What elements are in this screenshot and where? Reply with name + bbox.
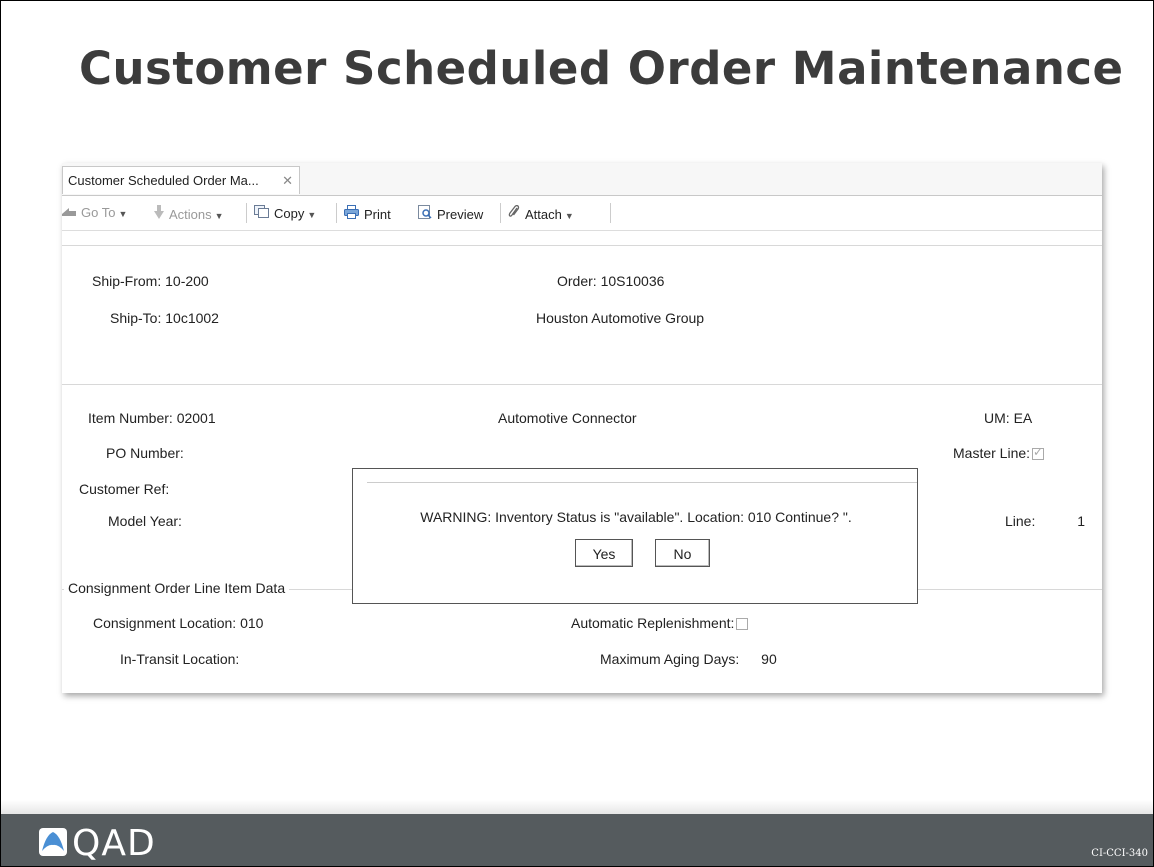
order-value: 10S10036 bbox=[600, 273, 665, 289]
close-icon[interactable]: ✕ bbox=[282, 167, 293, 195]
item-number-label: Item Number: bbox=[88, 410, 173, 426]
ship-to-field: Ship-To: 10c1002 bbox=[110, 310, 219, 326]
toolbar-separator bbox=[500, 203, 501, 223]
goto-arrow-icon bbox=[62, 205, 76, 220]
order-field: Order: 10S10036 bbox=[557, 273, 664, 289]
section-divider bbox=[62, 384, 1102, 385]
um-label: UM: bbox=[984, 410, 1010, 426]
line-value: 1 bbox=[1077, 513, 1086, 529]
dialog-message: WARNING: Inventory Status is "available"… bbox=[420, 509, 852, 525]
chevron-down-icon: ▼ bbox=[214, 211, 224, 221]
master-line-field: Master Line: bbox=[953, 445, 1045, 461]
in-transit-location-label: In-Transit Location: bbox=[120, 651, 240, 667]
ship-to-label: Ship-To: bbox=[110, 310, 162, 326]
app-window: Customer Scheduled Order Ma... ✕ Go To ▼ … bbox=[62, 163, 1102, 693]
consignment-location-value: 010 bbox=[240, 615, 264, 631]
goto-button[interactable]: Go To ▼ bbox=[62, 205, 127, 220]
um-field: UM: EA bbox=[984, 410, 1032, 426]
ship-from-label: Ship-From: bbox=[92, 273, 162, 289]
footer-bar bbox=[1, 814, 1153, 866]
consignment-location-label: Consignment Location: bbox=[93, 615, 237, 631]
paperclip-icon bbox=[508, 204, 520, 222]
section-divider bbox=[62, 245, 1102, 246]
chevron-down-icon: ▼ bbox=[118, 209, 128, 219]
attach-button[interactable]: Attach ▼ bbox=[508, 204, 574, 222]
ship-from-field: Ship-From: 10-200 bbox=[92, 273, 209, 289]
printer-icon bbox=[344, 205, 359, 222]
um-value: EA bbox=[1013, 410, 1033, 426]
auto-replenish-label: Automatic Replenishment: bbox=[571, 615, 735, 631]
slide-code: CI-CCI-340 bbox=[1091, 848, 1148, 859]
customer-ref-label: Customer Ref: bbox=[79, 481, 170, 497]
footer-gradient bbox=[1, 800, 1153, 814]
item-description: Automotive Connector bbox=[498, 410, 637, 426]
copy-button[interactable]: Copy ▼ bbox=[254, 205, 316, 221]
tab-strip: Customer Scheduled Order Ma... ✕ bbox=[62, 163, 1102, 196]
auto-replenish-checkbox[interactable] bbox=[736, 618, 749, 631]
ship-from-value: 10-200 bbox=[165, 273, 209, 289]
toolbar: Go To ▼ Actions ▼ Copy ▼ Print Preview A… bbox=[62, 196, 1102, 231]
copy-icon bbox=[254, 205, 269, 221]
qad-logo-icon bbox=[39, 828, 67, 856]
master-line-label: Master Line: bbox=[953, 445, 1031, 461]
preview-button[interactable]: Preview bbox=[418, 205, 483, 222]
chevron-down-icon: ▼ bbox=[564, 211, 574, 221]
toolbar-separator bbox=[610, 203, 611, 223]
actions-button[interactable]: Actions ▼ bbox=[154, 205, 224, 222]
slide-title: Customer Scheduled Order Maintenance bbox=[79, 42, 1124, 95]
dialog-divider bbox=[367, 482, 917, 483]
print-button[interactable]: Print bbox=[344, 205, 391, 222]
consignment-location-field: Consignment Location: 010 bbox=[93, 615, 263, 631]
tab-label: Customer Scheduled Order Ma... bbox=[68, 173, 259, 188]
goto-label: Go To bbox=[81, 205, 116, 220]
preview-label: Preview bbox=[437, 207, 484, 222]
yes-button[interactable]: Yes bbox=[575, 539, 633, 567]
line-field: Line: 1 bbox=[1005, 513, 1085, 529]
max-aging-value: 90 bbox=[761, 651, 777, 667]
max-aging-field: Maximum Aging Days: 90 bbox=[600, 651, 777, 667]
master-line-checkbox[interactable] bbox=[1032, 445, 1045, 461]
customer-name: Houston Automotive Group bbox=[536, 310, 705, 326]
auto-replenish-field: Automatic Replenishment: bbox=[571, 615, 749, 631]
warning-dialog: WARNING: Inventory Status is "available"… bbox=[352, 468, 918, 604]
item-number-value: 02001 bbox=[176, 410, 216, 426]
item-number-field: Item Number: 02001 bbox=[88, 410, 216, 426]
actions-label: Actions bbox=[169, 207, 212, 222]
model-year-label: Model Year: bbox=[108, 513, 182, 529]
ship-to-value: 10c1002 bbox=[165, 310, 219, 326]
consignment-group-header: Consignment Order Line Item Data bbox=[64, 580, 290, 596]
print-label: Print bbox=[364, 207, 391, 222]
tab-customer-scheduled-order[interactable]: Customer Scheduled Order Ma... ✕ bbox=[62, 166, 300, 194]
toolbar-separator bbox=[336, 203, 337, 223]
no-button[interactable]: No bbox=[655, 539, 710, 567]
preview-icon bbox=[418, 205, 432, 222]
max-aging-label: Maximum Aging Days: bbox=[600, 651, 740, 667]
qad-logo-text: QAD bbox=[72, 823, 156, 864]
copy-label: Copy bbox=[274, 206, 305, 221]
line-label: Line: bbox=[1005, 513, 1036, 529]
attach-label: Attach bbox=[525, 207, 562, 222]
po-number-label: PO Number: bbox=[106, 445, 184, 461]
order-label: Order: bbox=[557, 273, 597, 289]
toolbar-separator bbox=[246, 203, 247, 223]
chevron-down-icon: ▼ bbox=[307, 210, 317, 220]
actions-icon bbox=[154, 205, 164, 222]
